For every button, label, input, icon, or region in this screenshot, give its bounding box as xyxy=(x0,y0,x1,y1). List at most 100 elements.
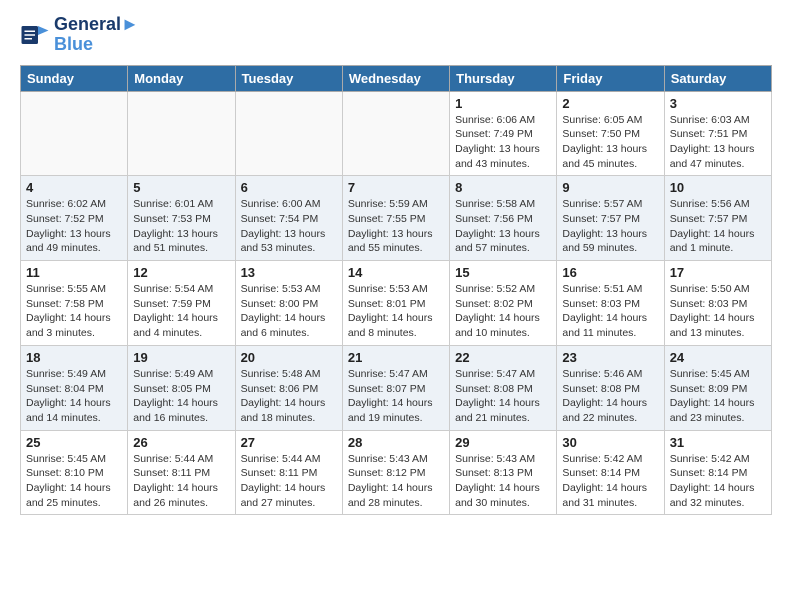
day-number: 1 xyxy=(455,96,551,111)
weekday-header-wednesday: Wednesday xyxy=(342,65,449,91)
day-info: Sunrise: 6:02 AM Sunset: 7:52 PM Dayligh… xyxy=(26,197,122,256)
logo-icon xyxy=(20,20,50,50)
day-number: 24 xyxy=(670,350,766,365)
calendar-cell: 21 Sunrise: 5:47 AM Sunset: 8:07 PM Dayli… xyxy=(342,345,449,430)
day-number: 16 xyxy=(562,265,658,280)
calendar-cell: 17 Sunrise: 5:50 AM Sunset: 8:03 PM Dayli… xyxy=(664,261,771,346)
day-number: 27 xyxy=(241,435,337,450)
day-info: Sunrise: 5:59 AM Sunset: 7:55 PM Dayligh… xyxy=(348,197,444,256)
calendar-cell: 15 Sunrise: 5:52 AM Sunset: 8:02 PM Dayli… xyxy=(450,261,557,346)
week-row-3: 11 Sunrise: 5:55 AM Sunset: 7:58 PM Dayli… xyxy=(21,261,772,346)
day-info: Sunrise: 5:42 AM Sunset: 8:14 PM Dayligh… xyxy=(670,452,766,511)
calendar-cell xyxy=(342,91,449,176)
day-info: Sunrise: 5:57 AM Sunset: 7:57 PM Dayligh… xyxy=(562,197,658,256)
calendar-cell: 5 Sunrise: 6:01 AM Sunset: 7:53 PM Daylig… xyxy=(128,176,235,261)
week-row-1: 1 Sunrise: 6:06 AM Sunset: 7:49 PM Daylig… xyxy=(21,91,772,176)
calendar-cell: 1 Sunrise: 6:06 AM Sunset: 7:49 PM Daylig… xyxy=(450,91,557,176)
calendar-cell: 23 Sunrise: 5:46 AM Sunset: 8:08 PM Dayli… xyxy=(557,345,664,430)
day-number: 29 xyxy=(455,435,551,450)
day-info: Sunrise: 5:43 AM Sunset: 8:13 PM Dayligh… xyxy=(455,452,551,511)
day-number: 28 xyxy=(348,435,444,450)
day-info: Sunrise: 5:44 AM Sunset: 8:11 PM Dayligh… xyxy=(241,452,337,511)
calendar-cell: 11 Sunrise: 5:55 AM Sunset: 7:58 PM Dayli… xyxy=(21,261,128,346)
week-row-5: 25 Sunrise: 5:45 AM Sunset: 8:10 PM Dayli… xyxy=(21,430,772,515)
calendar-cell: 14 Sunrise: 5:53 AM Sunset: 8:01 PM Dayli… xyxy=(342,261,449,346)
calendar-cell: 27 Sunrise: 5:44 AM Sunset: 8:11 PM Dayli… xyxy=(235,430,342,515)
day-number: 23 xyxy=(562,350,658,365)
day-info: Sunrise: 5:48 AM Sunset: 8:06 PM Dayligh… xyxy=(241,367,337,426)
day-info: Sunrise: 6:05 AM Sunset: 7:50 PM Dayligh… xyxy=(562,113,658,172)
calendar-cell: 3 Sunrise: 6:03 AM Sunset: 7:51 PM Daylig… xyxy=(664,91,771,176)
calendar-table: SundayMondayTuesdayWednesdayThursdayFrid… xyxy=(20,65,772,516)
day-info: Sunrise: 5:46 AM Sunset: 8:08 PM Dayligh… xyxy=(562,367,658,426)
day-info: Sunrise: 5:53 AM Sunset: 8:01 PM Dayligh… xyxy=(348,282,444,341)
day-info: Sunrise: 5:55 AM Sunset: 7:58 PM Dayligh… xyxy=(26,282,122,341)
calendar-cell: 7 Sunrise: 5:59 AM Sunset: 7:55 PM Daylig… xyxy=(342,176,449,261)
day-info: Sunrise: 5:49 AM Sunset: 8:04 PM Dayligh… xyxy=(26,367,122,426)
day-info: Sunrise: 5:45 AM Sunset: 8:10 PM Dayligh… xyxy=(26,452,122,511)
weekday-header-thursday: Thursday xyxy=(450,65,557,91)
calendar-cell: 25 Sunrise: 5:45 AM Sunset: 8:10 PM Dayli… xyxy=(21,430,128,515)
calendar-cell: 18 Sunrise: 5:49 AM Sunset: 8:04 PM Dayli… xyxy=(21,345,128,430)
day-number: 30 xyxy=(562,435,658,450)
day-number: 20 xyxy=(241,350,337,365)
day-info: Sunrise: 5:49 AM Sunset: 8:05 PM Dayligh… xyxy=(133,367,229,426)
day-number: 7 xyxy=(348,180,444,195)
calendar-cell: 10Sunrise: 5:56 AM Sunset: 7:57 PM Dayli… xyxy=(664,176,771,261)
calendar-cell: 6 Sunrise: 6:00 AM Sunset: 7:54 PM Daylig… xyxy=(235,176,342,261)
day-number: 31 xyxy=(670,435,766,450)
day-info: Sunrise: 6:06 AM Sunset: 7:49 PM Dayligh… xyxy=(455,113,551,172)
day-number: 11 xyxy=(26,265,122,280)
calendar-cell xyxy=(235,91,342,176)
calendar-cell: 20 Sunrise: 5:48 AM Sunset: 8:06 PM Dayli… xyxy=(235,345,342,430)
calendar-cell: 9Sunrise: 5:57 AM Sunset: 7:57 PM Daylig… xyxy=(557,176,664,261)
day-number: 26 xyxy=(133,435,229,450)
day-number: 5 xyxy=(133,180,229,195)
day-info: Sunrise: 5:47 AM Sunset: 8:07 PM Dayligh… xyxy=(348,367,444,426)
calendar-cell: 2 Sunrise: 6:05 AM Sunset: 7:50 PM Daylig… xyxy=(557,91,664,176)
calendar-cell: 31 Sunrise: 5:42 AM Sunset: 8:14 PM Dayli… xyxy=(664,430,771,515)
page: General► Blue SundayMondayTuesdayWednesd… xyxy=(0,0,792,530)
day-info: Sunrise: 5:56 AM Sunset: 7:57 PM Dayligh… xyxy=(670,197,766,256)
day-number: 18 xyxy=(26,350,122,365)
day-number: 15 xyxy=(455,265,551,280)
calendar-cell: 22 Sunrise: 5:47 AM Sunset: 8:08 PM Dayli… xyxy=(450,345,557,430)
day-info: Sunrise: 6:00 AM Sunset: 7:54 PM Dayligh… xyxy=(241,197,337,256)
calendar-cell: 30 Sunrise: 5:42 AM Sunset: 8:14 PM Dayli… xyxy=(557,430,664,515)
day-info: Sunrise: 5:47 AM Sunset: 8:08 PM Dayligh… xyxy=(455,367,551,426)
day-number: 3 xyxy=(670,96,766,111)
day-number: 17 xyxy=(670,265,766,280)
day-info: Sunrise: 5:53 AM Sunset: 8:00 PM Dayligh… xyxy=(241,282,337,341)
day-number: 4 xyxy=(26,180,122,195)
day-info: Sunrise: 5:42 AM Sunset: 8:14 PM Dayligh… xyxy=(562,452,658,511)
weekday-header-tuesday: Tuesday xyxy=(235,65,342,91)
header-row: SundayMondayTuesdayWednesdayThursdayFrid… xyxy=(21,65,772,91)
header: General► Blue xyxy=(20,15,772,55)
calendar-cell: 16Sunrise: 5:51 AM Sunset: 8:03 PM Dayli… xyxy=(557,261,664,346)
day-info: Sunrise: 5:45 AM Sunset: 8:09 PM Dayligh… xyxy=(670,367,766,426)
day-number: 25 xyxy=(26,435,122,450)
calendar-cell: 12 Sunrise: 5:54 AM Sunset: 7:59 PM Dayli… xyxy=(128,261,235,346)
day-number: 14 xyxy=(348,265,444,280)
calendar-cell: 13 Sunrise: 5:53 AM Sunset: 8:00 PM Dayli… xyxy=(235,261,342,346)
day-info: Sunrise: 5:54 AM Sunset: 7:59 PM Dayligh… xyxy=(133,282,229,341)
day-number: 2 xyxy=(562,96,658,111)
day-number: 8 xyxy=(455,180,551,195)
day-number: 12 xyxy=(133,265,229,280)
weekday-header-sunday: Sunday xyxy=(21,65,128,91)
day-number: 22 xyxy=(455,350,551,365)
calendar-cell: 29 Sunrise: 5:43 AM Sunset: 8:13 PM Dayli… xyxy=(450,430,557,515)
calendar-cell: 28Sunrise: 5:43 AM Sunset: 8:12 PM Dayli… xyxy=(342,430,449,515)
day-info: Sunrise: 6:01 AM Sunset: 7:53 PM Dayligh… xyxy=(133,197,229,256)
weekday-header-saturday: Saturday xyxy=(664,65,771,91)
day-info: Sunrise: 5:52 AM Sunset: 8:02 PM Dayligh… xyxy=(455,282,551,341)
day-number: 6 xyxy=(241,180,337,195)
day-number: 21 xyxy=(348,350,444,365)
day-info: Sunrise: 5:50 AM Sunset: 8:03 PM Dayligh… xyxy=(670,282,766,341)
calendar-cell: 19 Sunrise: 5:49 AM Sunset: 8:05 PM Dayli… xyxy=(128,345,235,430)
day-number: 19 xyxy=(133,350,229,365)
day-info: Sunrise: 6:03 AM Sunset: 7:51 PM Dayligh… xyxy=(670,113,766,172)
day-number: 13 xyxy=(241,265,337,280)
calendar-cell: 4 Sunrise: 6:02 AM Sunset: 7:52 PM Daylig… xyxy=(21,176,128,261)
calendar-cell: 24 Sunrise: 5:45 AM Sunset: 8:09 PM Dayli… xyxy=(664,345,771,430)
